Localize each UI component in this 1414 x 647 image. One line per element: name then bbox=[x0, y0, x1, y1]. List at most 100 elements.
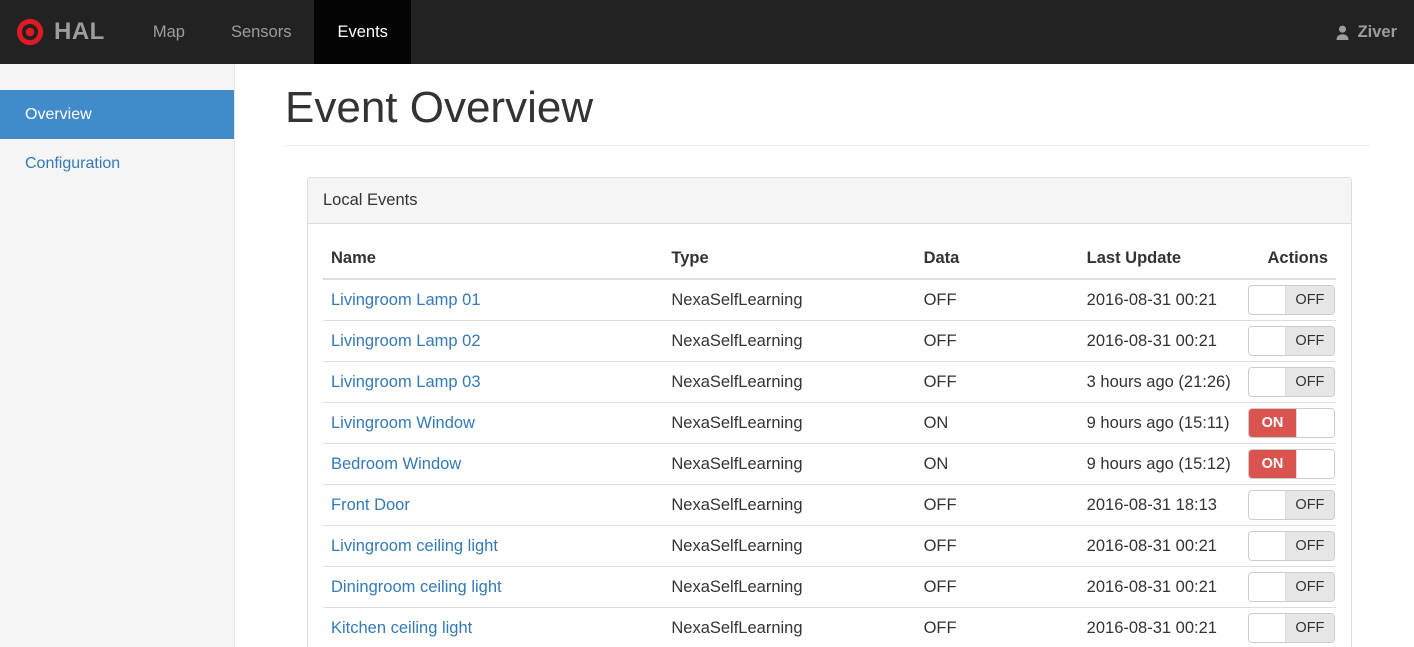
event-data-cell: OFF bbox=[915, 566, 1079, 608]
event-name-cell: Livingroom Lamp 02 bbox=[323, 320, 664, 362]
table-row: Bedroom Window NexaSelfLearning ON 9 hours … bbox=[323, 443, 1336, 485]
event-name-cell: Kitchen ceiling light bbox=[323, 607, 664, 647]
toggle-switch[interactable]: OFF bbox=[1247, 531, 1335, 562]
column-header-data: Data bbox=[915, 239, 1079, 281]
table-row: Livingroom Lamp 03 NexaSelfLearning OFF 3 h… bbox=[323, 361, 1336, 403]
column-header-actions: Actions bbox=[1239, 239, 1336, 281]
table-row: Livingroom Lamp 01 NexaSelfLearning OFF 201… bbox=[323, 278, 1336, 321]
column-header-name: Name bbox=[323, 239, 664, 281]
panel-body: Name Type Data Last Update Actions Livingroo… bbox=[308, 224, 1351, 647]
toggle-switch[interactable]: ON bbox=[1247, 408, 1335, 439]
toggle-switch-knob bbox=[1296, 450, 1334, 479]
event-name-link[interactable]: Kitchen ceiling light bbox=[331, 619, 472, 637]
event-name-link[interactable]: Livingroom Lamp 01 bbox=[331, 291, 481, 309]
navbar-spacer bbox=[411, 0, 1317, 64]
event-actions-cell: OFF bbox=[1239, 607, 1336, 647]
event-name-cell: Bedroom Window bbox=[323, 443, 664, 485]
user-name: Ziver bbox=[1357, 22, 1397, 41]
nav-item-sensors[interactable]: Sensors bbox=[208, 0, 315, 64]
toggle-switch[interactable]: OFF bbox=[1247, 326, 1335, 357]
event-data-cell: OFF bbox=[915, 361, 1079, 403]
event-type-cell: NexaSelfLearning bbox=[663, 566, 916, 608]
event-type-cell: NexaSelfLearning bbox=[663, 278, 916, 321]
page-layout: Overview Configuration Event Overview Loc… bbox=[0, 64, 1414, 647]
event-last-update-cell: 2016-08-31 00:21 bbox=[1078, 278, 1240, 321]
toggle-switch[interactable]: ON bbox=[1247, 449, 1335, 480]
toggle-switch[interactable]: OFF bbox=[1247, 367, 1335, 398]
brand-label: HAL bbox=[54, 18, 105, 45]
panel-title: Local Events bbox=[308, 178, 1351, 225]
event-name-cell: Front Door bbox=[323, 484, 664, 526]
event-name-cell: Livingroom ceiling light bbox=[323, 525, 664, 567]
event-last-update-cell: 2016-08-31 00:21 bbox=[1078, 525, 1240, 567]
event-type-cell: NexaSelfLearning bbox=[663, 607, 916, 647]
page-title: Event Overview bbox=[285, 83, 594, 132]
sidebar: Overview Configuration bbox=[0, 64, 235, 647]
event-last-update-cell: 2016-08-31 00:21 bbox=[1078, 566, 1240, 608]
column-header-type: Type bbox=[663, 239, 916, 281]
column-header-last-update: Last Update bbox=[1078, 239, 1240, 281]
event-actions-cell: ON bbox=[1239, 402, 1336, 444]
event-name-link[interactable]: Front Door bbox=[331, 496, 410, 514]
event-type-cell: NexaSelfLearning bbox=[663, 361, 916, 403]
event-last-update-cell: 2016-08-31 00:21 bbox=[1078, 607, 1240, 647]
event-name-link[interactable]: Livingroom Lamp 02 bbox=[331, 332, 481, 350]
person-icon bbox=[1334, 24, 1351, 41]
toggle-switch[interactable]: OFF bbox=[1247, 613, 1335, 644]
event-name-cell: Livingroom Lamp 01 bbox=[323, 278, 664, 321]
event-name-link[interactable]: Livingroom Window bbox=[331, 414, 475, 432]
toggle-switch[interactable]: OFF bbox=[1247, 572, 1335, 603]
table-row: Front Door NexaSelfLearning OFF 2016-08-31 … bbox=[323, 484, 1336, 526]
event-actions-cell: OFF bbox=[1239, 525, 1336, 567]
table-row: Livingroom Lamp 02 NexaSelfLearning OFF 201… bbox=[323, 320, 1336, 362]
event-actions-cell: OFF bbox=[1239, 566, 1336, 608]
toggle-switch-knob bbox=[1248, 614, 1287, 643]
toggle-switch-label: OFF bbox=[1286, 614, 1334, 643]
event-data-cell: OFF bbox=[915, 484, 1079, 526]
toggle-switch-knob bbox=[1248, 573, 1287, 602]
event-data-cell: ON bbox=[915, 443, 1079, 485]
event-name-link[interactable]: Bedroom Window bbox=[331, 455, 461, 473]
toggle-switch-knob bbox=[1248, 532, 1287, 561]
nav-item-map[interactable]: Map bbox=[130, 0, 208, 64]
local-events-panel: Local Events Name Type Data Last Update Acti… bbox=[307, 177, 1352, 647]
sidebar-item-overview[interactable]: Overview bbox=[0, 90, 234, 139]
navbar: HAL Map Sensors Events Ziver bbox=[0, 0, 1414, 64]
brand[interactable]: HAL bbox=[0, 0, 118, 64]
toggle-switch[interactable]: OFF bbox=[1247, 490, 1335, 521]
event-last-update-cell: 9 hours ago (15:11) bbox=[1078, 402, 1240, 444]
event-name-cell: Livingroom Window bbox=[323, 402, 664, 444]
event-type-cell: NexaSelfLearning bbox=[663, 443, 916, 485]
toggle-switch-label: ON bbox=[1248, 409, 1297, 438]
toggle-switch[interactable]: OFF bbox=[1247, 285, 1335, 316]
event-name-link[interactable]: Livingroom Lamp 03 bbox=[331, 373, 481, 391]
toggle-switch-label: ON bbox=[1248, 450, 1297, 479]
toggle-switch-label: OFF bbox=[1286, 368, 1334, 397]
table-row: Diningroom ceiling light NexaSelfLearning… bbox=[323, 566, 1336, 608]
event-data-cell: OFF bbox=[915, 525, 1079, 567]
event-actions-cell: OFF bbox=[1239, 484, 1336, 526]
table-row: Kitchen ceiling light NexaSelfLearning OFF… bbox=[323, 607, 1336, 647]
event-actions-cell: OFF bbox=[1239, 320, 1336, 362]
toggle-switch-knob bbox=[1248, 286, 1287, 315]
toggle-switch-label: OFF bbox=[1286, 286, 1334, 315]
toggle-switch-knob bbox=[1248, 491, 1287, 520]
event-last-update-cell: 2016-08-31 00:21 bbox=[1078, 320, 1240, 362]
toggle-switch-knob bbox=[1296, 409, 1334, 438]
table-header-row: Name Type Data Last Update Actions bbox=[323, 239, 1336, 281]
user-menu[interactable]: Ziver bbox=[1317, 0, 1414, 64]
event-last-update-cell: 3 hours ago (21:26) bbox=[1078, 361, 1240, 403]
event-data-cell: ON bbox=[915, 402, 1079, 444]
event-name-link[interactable]: Livingroom ceiling light bbox=[331, 537, 498, 555]
event-data-cell: OFF bbox=[915, 607, 1079, 647]
event-name-link[interactable]: Diningroom ceiling light bbox=[331, 578, 502, 596]
event-type-cell: NexaSelfLearning bbox=[663, 484, 916, 526]
sidebar-item-configuration[interactable]: Configuration bbox=[0, 139, 234, 188]
page-header: Event Overview bbox=[285, 83, 1370, 147]
events-table: Name Type Data Last Update Actions Livingroo… bbox=[323, 239, 1336, 647]
event-type-cell: NexaSelfLearning bbox=[663, 525, 916, 567]
nav-item-events[interactable]: Events bbox=[314, 0, 411, 64]
table-body: Livingroom Lamp 01 NexaSelfLearning OFF 201… bbox=[323, 278, 1336, 647]
event-data-cell: OFF bbox=[915, 320, 1079, 362]
toggle-switch-label: OFF bbox=[1286, 491, 1334, 520]
